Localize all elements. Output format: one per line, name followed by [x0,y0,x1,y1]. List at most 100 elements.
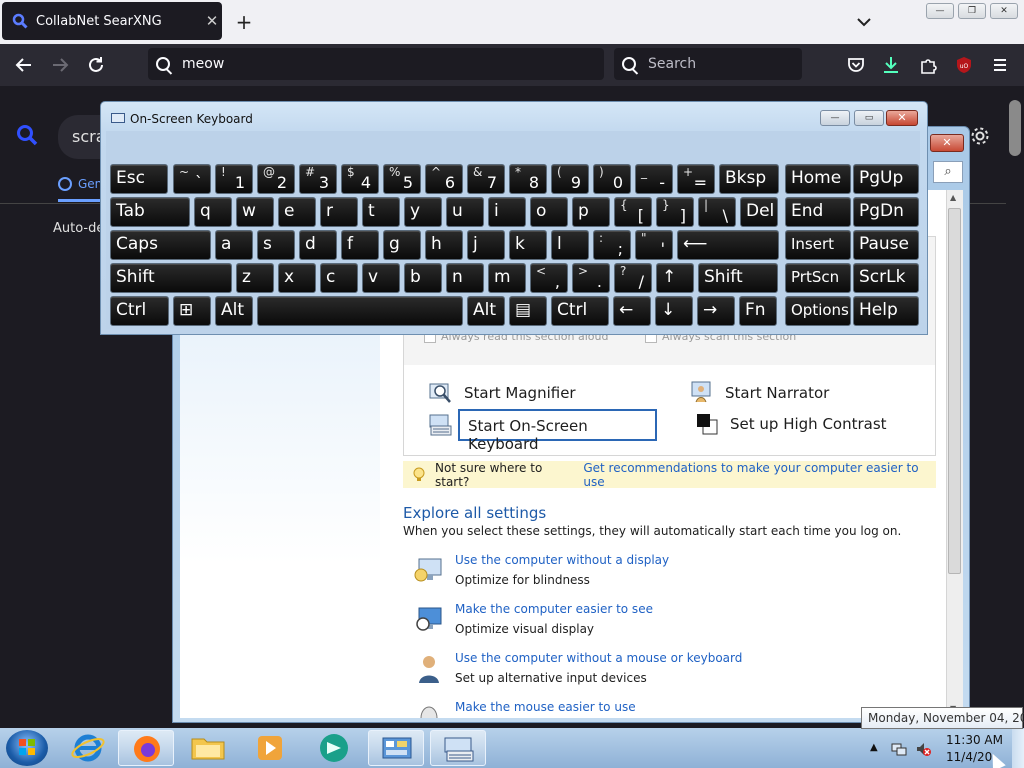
osk-key-symbol[interactable]: | \ [698,197,736,227]
start-button[interactable] [6,730,48,766]
tray-overflow-arrow-icon[interactable]: ▲ [870,742,878,753]
osk-key-pause[interactable]: Pause [853,230,919,260]
osk-key-symbol[interactable]: {[ [614,197,652,227]
get-recommendations-link[interactable]: Get recommendations to make your compute… [583,461,936,489]
osk-key-7[interactable]: & 7 [467,164,505,194]
tab-list-chevron-icon[interactable] [854,12,874,32]
osk-key-home[interactable]: Home [785,164,851,194]
osk-key-symbol[interactable]: ↑ [656,263,694,293]
osk-key-bksp[interactable]: Bksp [719,164,779,194]
osk-maximize-button[interactable]: ▭ [854,110,884,126]
osk-key-end[interactable]: End [785,197,851,227]
start-narrator-link[interactable]: Start Narrator [689,380,829,406]
osk-taskbar-icon[interactable] [430,730,486,766]
osk-key-del[interactable]: Del [740,197,778,227]
osk-key-symbol[interactable]: → [697,296,735,326]
osk-key-scrlk[interactable]: ScrLk [853,263,919,293]
osk-key-symbol[interactable]: + = [677,164,715,194]
osk-key-8[interactable]: * 8 [509,164,547,194]
osk-key-0[interactable]: ) 0 [593,164,631,194]
osk-key-k[interactable]: k [509,230,547,260]
osk-key-n[interactable]: n [446,263,484,293]
osk-key-w[interactable]: w [236,197,274,227]
high-contrast-link[interactable]: Set up High Contrast [694,411,887,437]
osk-key-d[interactable]: d [299,230,337,260]
extensions-icon[interactable] [917,54,939,76]
osk-key-caps[interactable]: Caps [110,230,211,260]
ease-window-close-button[interactable]: ✕ [930,134,964,152]
tab-general[interactable]: Gen [58,177,102,191]
firefox-icon[interactable] [118,730,174,766]
osk-close-button[interactable]: ✕ [886,110,918,126]
osk-minimize-button[interactable]: — [820,110,850,126]
osk-key-ctrl[interactable]: Ctrl [551,296,609,326]
osk-key-p[interactable]: p [572,197,610,227]
reload-icon[interactable] [85,54,107,76]
osk-key-y[interactable]: y [404,197,442,227]
browser-tab[interactable]: CollabNet SearXNG ✕ [2,2,222,40]
osk-key-symbol[interactable]: ▤ [509,296,547,326]
osk-key-pgup[interactable]: PgUp [853,164,919,194]
osk-key-u[interactable]: u [446,197,484,227]
osk-key-1[interactable]: ! 1 [215,164,253,194]
osk-key-tab[interactable]: Tab [110,197,190,227]
osk-key-symbol[interactable]: _ - [635,164,673,194]
osk-key-symbol[interactable]: >. [572,263,610,293]
osk-key-symbol[interactable]: ⟵ [677,230,779,260]
osk-key-fn[interactable]: Fn [739,296,777,326]
osk-key-help[interactable]: Help [853,296,919,326]
osk-key-symbol[interactable]: ↓ [655,296,693,326]
control-panel-search-icon[interactable]: ⌕ [933,161,963,183]
osk-key-options[interactable]: Options [785,296,851,326]
osk-key-a[interactable]: a [215,230,253,260]
osk-key-symbol[interactable]: ⊞ [173,296,211,326]
ublock-origin-icon[interactable]: uO [953,54,975,76]
menu-hamburger-icon[interactable] [989,54,1011,76]
osk-key-q[interactable]: q [194,197,232,227]
download-icon[interactable] [880,54,902,76]
setting-link[interactable]: Use the computer without a display [455,553,669,567]
page-scrollbar[interactable] [1006,86,1024,728]
setting-link[interactable]: Use the computer without a mouse or keyb… [455,651,742,665]
osk-key-symbol[interactable]: ~ ` [173,164,211,194]
osk-key-pgdn[interactable]: PgDn [853,197,919,227]
url-bar[interactable]: meow [148,48,604,80]
osk-key-5[interactable]: % 5 [383,164,421,194]
search-bar[interactable]: Search [614,48,802,80]
osk-key-g[interactable]: g [383,230,421,260]
osk-key-o[interactable]: o [530,197,568,227]
control-panel-scroll-thumb[interactable] [948,208,961,574]
osk-key-shift[interactable]: Shift [698,263,778,293]
pocket-icon[interactable] [845,54,867,76]
network-icon[interactable] [891,741,907,757]
osk-key-shift[interactable]: Shift [110,263,232,293]
osk-key-esc[interactable]: Esc [110,164,168,194]
start-magnifier-link[interactable]: Start Magnifier [428,380,576,406]
osk-key-prtscn[interactable]: PrtScn [785,263,851,293]
osk-key-9[interactable]: (9 [551,164,589,194]
forward-arrow-icon[interactable] [49,54,71,76]
setting-link[interactable]: Make the computer easier to see [455,602,653,616]
osk-key-symbol[interactable]: " ' [635,230,673,260]
osk-key-2[interactable]: @2 [257,164,295,194]
window-restore-button[interactable]: ❐ [958,3,986,19]
osk-key-symbol[interactable]: }] [656,197,694,227]
osk-key-symbol[interactable]: :; [593,230,631,260]
back-arrow-icon[interactable] [13,54,35,76]
osk-key-v[interactable]: v [362,263,400,293]
osk-key-alt[interactable]: Alt [215,296,253,326]
setting-link[interactable]: Make the mouse easier to use [455,700,636,714]
osk-key-4[interactable]: $4 [341,164,379,194]
osk-key-l[interactable]: l [551,230,589,260]
osk-key-z[interactable]: z [236,263,274,293]
searxng-logo-icon[interactable] [16,124,38,146]
internet-explorer-icon[interactable] [60,730,116,766]
new-tab-button[interactable]: + [234,10,254,34]
osk-key-symbol[interactable]: <, [530,263,568,293]
osk-key-i[interactable]: i [488,197,526,227]
osk-key-s[interactable]: s [257,230,295,260]
scroll-up-arrow-icon[interactable]: ▲ [950,193,956,202]
start-on-screen-keyboard-button[interactable]: Start On-Screen Keyboard [458,409,657,453]
osk-key-ctrl[interactable]: Ctrl [110,296,169,326]
tab-close-icon[interactable]: ✕ [202,12,222,30]
